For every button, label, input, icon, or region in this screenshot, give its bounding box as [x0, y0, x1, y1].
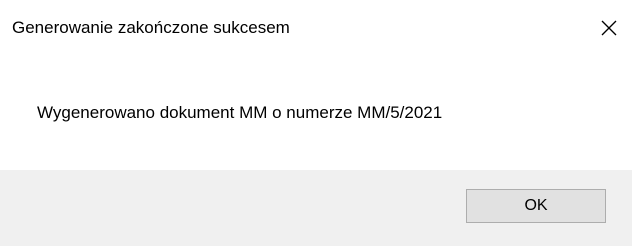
message-dialog: Generowanie zakończone sukcesem Wygenero…: [0, 0, 632, 246]
close-button[interactable]: [586, 8, 632, 48]
dialog-title: Generowanie zakończone sukcesem: [12, 18, 290, 37]
title-bar: Generowanie zakończone sukcesem: [0, 0, 632, 56]
ok-button[interactable]: OK: [466, 189, 606, 223]
dialog-footer: OK: [0, 170, 632, 246]
close-icon: [600, 19, 618, 37]
dialog-message: Wygenerowano dokument MM o numerze MM/5/…: [37, 103, 443, 122]
dialog-content: Wygenerowano dokument MM o numerze MM/5/…: [0, 56, 632, 170]
